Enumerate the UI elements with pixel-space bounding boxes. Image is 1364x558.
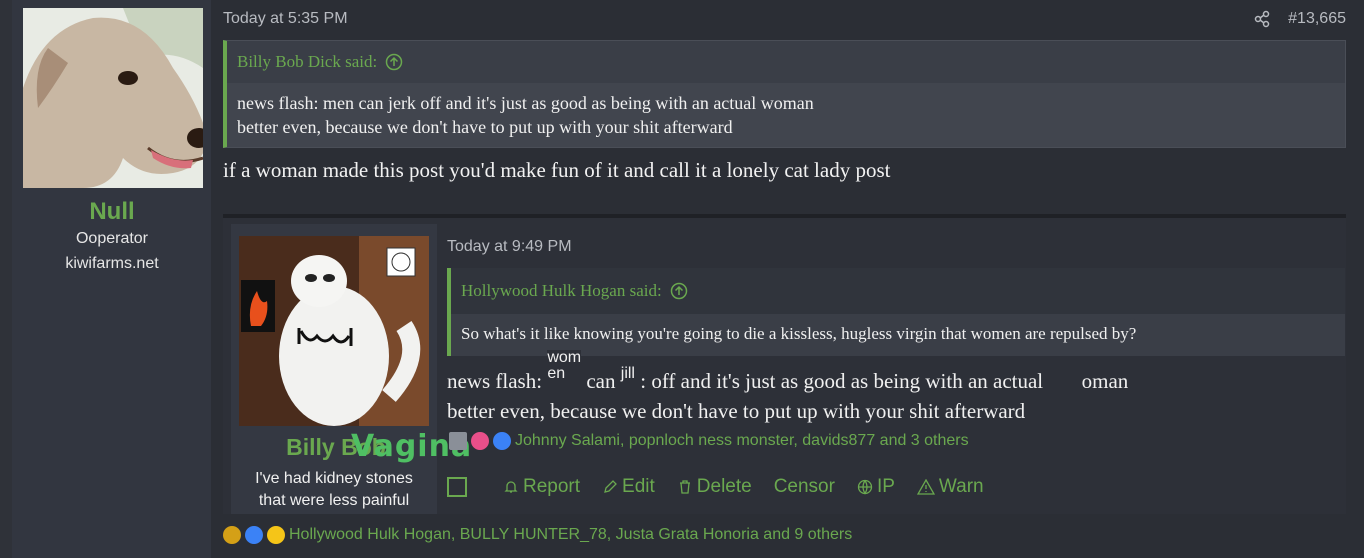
jump-up-icon[interactable]	[385, 53, 403, 71]
jump-up-icon	[670, 282, 687, 300]
edit-overlay-jill: jill	[620, 365, 635, 382]
embed-quote: Hollywood Hulk Hogan said: So what's it …	[447, 268, 1345, 356]
embed-quote-author: Hollywood Hulk Hogan said:	[461, 281, 662, 300]
user-title: Ooperator	[75, 230, 149, 247]
delete-label: Delete	[696, 476, 752, 497]
delete-button: Delete	[677, 476, 752, 498]
post-timestamp[interactable]: Today at 5:35 PM	[223, 10, 348, 28]
quote-header[interactable]: Billy Bob Dick said:	[227, 41, 1345, 83]
embed-user-column: Billy Bob Vagina I've had kidney stones …	[231, 224, 471, 514]
embed-quote-body: So what's it like knowing you're going t…	[451, 314, 1345, 356]
reaction-book-icon	[449, 432, 467, 450]
embed-user-title: I've had kidney stones that were less pa…	[231, 468, 437, 512]
reaction-thinking-icon	[267, 526, 285, 544]
embedded-screenshot: Billy Bob Vagina I've had kidney stones …	[223, 214, 1346, 514]
dog-avatar-art	[23, 8, 203, 188]
edit-overlay-wom: wom en	[547, 349, 582, 382]
left-rail	[0, 0, 12, 558]
report-button: Report	[503, 476, 580, 498]
pencil-icon	[604, 480, 617, 493]
censor-button: Censor	[774, 476, 835, 498]
embed-post-body: news flash: wom en can jill : off and it'…	[447, 350, 1129, 426]
edit-button: Edit	[602, 476, 655, 498]
embed-user-title-line: I've had kidney stones	[255, 470, 413, 487]
reaction-medal-icon	[223, 526, 241, 544]
post-number[interactable]: #13,665	[1288, 10, 1346, 28]
reply-text: if a woman made this post you'd make fun…	[223, 158, 891, 182]
warn-button: Warn	[916, 476, 984, 498]
embed-body-segment: news flash:	[447, 369, 543, 393]
censor-label: Censor	[773, 476, 835, 497]
quote-block: Billy Bob Dick said: news flash: men can…	[223, 40, 1346, 148]
edit-label: Edit	[622, 476, 655, 497]
ip-button: IP	[857, 476, 895, 498]
report-label: Report	[523, 476, 581, 497]
cat-avatar-art	[239, 236, 429, 426]
quote-line: better even, because we don't have to pu…	[237, 117, 733, 137]
quote-line: news flash: men can jerk off and it's ju…	[237, 93, 814, 113]
quote-body: news flash: men can jerk off and it's ju…	[227, 83, 1345, 147]
warning-icon	[916, 479, 935, 495]
embed-reactions: Johnny Salami, popnloch ness monster, da…	[449, 432, 969, 450]
reaction-thumbs-up-icon	[493, 432, 511, 450]
overlay-text: wom	[547, 349, 582, 366]
reaction-flower-icon	[471, 432, 489, 450]
user-column: Null Ooperator kiwifarms.net	[12, 0, 212, 558]
post-column: Today at 5:35 PM #13,665 Billy Bob Dick …	[213, 0, 1364, 558]
embed-avatar	[239, 236, 429, 426]
embed-body-line: better even, because we don't have to pu…	[447, 399, 1026, 423]
embed-body-segment: can	[586, 369, 616, 393]
globe-icon	[857, 479, 873, 495]
post-reactions[interactable]: Hollywood Hulk Hogan, BULLY HUNTER_78, J…	[223, 526, 852, 544]
embed-action-bar: Report Edit Delete Censor IP Warn	[447, 476, 984, 498]
embed-reactions-list: Johnny Salami, popnloch ness monster, da…	[515, 432, 969, 449]
reaction-thumbs-up-icon	[245, 526, 263, 544]
username[interactable]: Null	[12, 198, 212, 226]
embed-quote-header: Hollywood Hulk Hogan said:	[451, 268, 1345, 314]
embed-user-title-line: that were less painful	[258, 492, 410, 509]
select-checkbox	[447, 477, 467, 497]
quote-author[interactable]: Billy Bob Dick said:	[237, 52, 377, 72]
avatar[interactable]	[23, 8, 203, 188]
page: Null Ooperator kiwifarms.net Today at 5:…	[0, 0, 1364, 558]
embed-body-segment: : off and it's just as good as being wit…	[640, 369, 1044, 393]
overlay-text: en	[547, 365, 566, 382]
embed-body-segment: oman	[1081, 369, 1129, 393]
ip-label: IP	[876, 476, 895, 497]
warn-label: Warn	[938, 476, 984, 497]
post-reactions-list[interactable]: Hollywood Hulk Hogan, BULLY HUNTER_78, J…	[289, 526, 852, 544]
share-icon[interactable]	[1253, 10, 1271, 28]
embed-body-line: news flash: wom en can jill : off and it'…	[447, 350, 1129, 396]
trash-icon	[679, 480, 690, 494]
embed-timestamp: Today at 9:49 PM	[447, 238, 572, 255]
bell-icon	[504, 481, 518, 493]
user-site: kiwifarms.net	[65, 255, 159, 272]
